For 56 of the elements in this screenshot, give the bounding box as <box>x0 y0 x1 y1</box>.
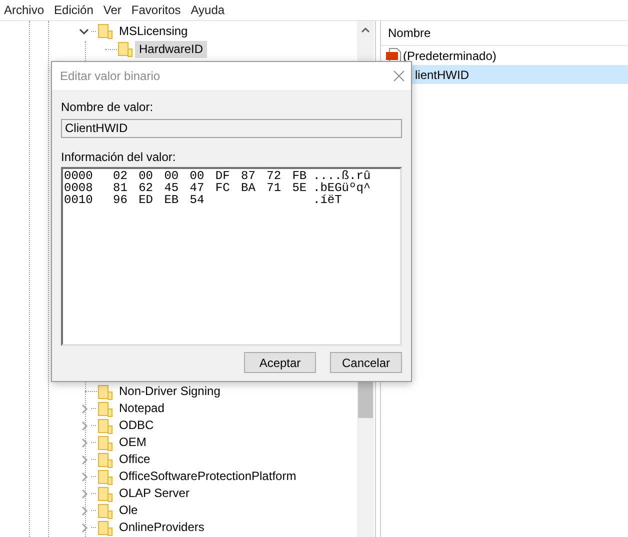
chevron-right-icon[interactable] <box>81 404 88 414</box>
folder-icon <box>98 468 113 484</box>
menu-item[interactable]: Favoritos <box>127 1 185 19</box>
chevron-right-icon[interactable] <box>81 522 88 532</box>
hex-bytes: 96 ED EB 54 <box>113 194 206 206</box>
tree-item[interactable]: Non-Driver Signing <box>115 383 224 400</box>
tree-item[interactable]: OfficeSoftwareProtectionPlatform <box>115 468 300 485</box>
close-icon[interactable] <box>393 70 405 82</box>
menu-item[interactable]: Edición <box>50 1 98 19</box>
hex-ascii: .bEGüºq^ <box>313 182 371 194</box>
folder-icon <box>98 520 113 536</box>
hex-offset: 0008 <box>64 182 94 194</box>
tree-item[interactable]: OLAP Server <box>115 485 194 502</box>
folder-icon <box>98 418 113 434</box>
field-label: Nombre de valor: <box>61 100 154 115</box>
folder-icon <box>98 452 113 468</box>
folder-icon <box>98 502 113 518</box>
hex-ascii: .íëT <box>313 194 342 206</box>
tree-item[interactable]: OEM <box>115 434 150 451</box>
tree-item[interactable]: MSLicensing <box>115 22 192 40</box>
folder-icon <box>118 41 133 57</box>
folder-icon <box>98 400 113 416</box>
tree-item[interactable]: OnlineProviders <box>115 519 208 536</box>
chevron-right-icon[interactable] <box>81 454 88 464</box>
tree-item[interactable]: Notepad <box>115 400 168 417</box>
cancel-button[interactable]: Cancelar <box>330 352 402 373</box>
folder-icon <box>98 384 113 400</box>
hex-offset: 0010 <box>64 194 94 206</box>
chevron-right-icon[interactable] <box>81 506 88 516</box>
field-label: Información del valor: <box>61 150 177 165</box>
dialog-title: Editar valor binario <box>60 68 162 85</box>
chevron-right-icon[interactable] <box>81 438 88 448</box>
tree-item[interactable]: ODBC <box>115 417 158 434</box>
scrollbar-thumb[interactable] <box>358 381 373 418</box>
menu-item[interactable]: Ver <box>99 1 126 19</box>
folder-icon <box>98 486 113 502</box>
menu-item[interactable]: Archivo <box>0 1 48 19</box>
value-name-field[interactable]: ClientHWID <box>61 119 402 138</box>
tree-item[interactable]: Ole <box>115 502 142 519</box>
hex-bytes: 81 62 45 47 FC BA 71 5E <box>113 182 308 194</box>
column-header[interactable]: Nombre <box>381 21 628 46</box>
folder-icon <box>98 434 113 450</box>
chevron-right-icon[interactable] <box>81 420 88 430</box>
chevron-right-icon[interactable] <box>81 488 88 498</box>
menu-item[interactable]: Ayuda <box>186 1 229 19</box>
ok-button[interactable]: Aceptar <box>244 352 316 373</box>
folder-icon <box>98 23 113 39</box>
tree-item[interactable]: Office <box>115 451 154 468</box>
hex-ascii: ....ß.rû <box>313 170 371 182</box>
hex-offset: 0000 <box>64 170 94 182</box>
scroll-up-icon[interactable] <box>361 27 370 33</box>
chevron-down-icon[interactable] <box>79 28 89 34</box>
hex-bytes: 02 00 00 00 DF 87 72 FB <box>113 170 308 182</box>
hex-editor[interactable]: 0000 02 00 00 00 DF 87 72 FB ....ß.rû 0008 81 62 45 47 FC BA 71 5E .bEGüºq^ 0010 96 ED EB 54 .íëT <box>61 167 402 346</box>
tree-item[interactable]: HardwareID <box>135 40 208 58</box>
chevron-right-icon[interactable] <box>81 472 88 482</box>
